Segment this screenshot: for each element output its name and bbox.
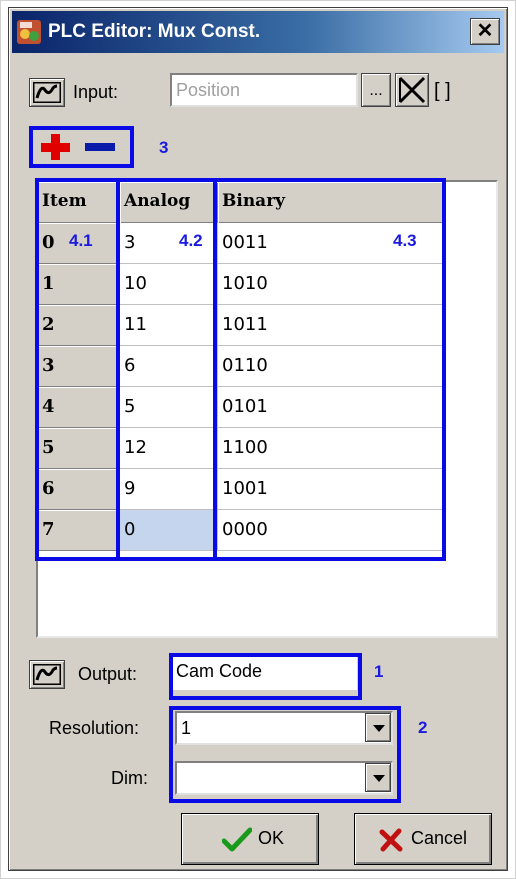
cancel-x-icon — [379, 828, 403, 852]
input-field[interactable]: Position — [170, 73, 358, 107]
annotation-3: 3 — [159, 138, 169, 157]
app-icon — [17, 20, 41, 44]
ok-button[interactable]: OK — [181, 813, 319, 865]
input-signal-button[interactable] — [29, 78, 65, 107]
output-signal-button[interactable] — [29, 660, 65, 689]
close-button[interactable]: ✕ — [470, 18, 500, 45]
resolution-dim-highlight — [169, 706, 401, 803]
cancel-label: Cancel — [411, 828, 468, 848]
annotation-4-3: 4.3 — [393, 231, 417, 250]
input-label: Input: — [73, 82, 119, 102]
input-index-brackets: [ ] — [434, 80, 451, 102]
minus-icon — [85, 143, 115, 151]
window-title: PLC Editor: Mux Const. — [48, 21, 261, 42]
close-icon: ✕ — [476, 20, 494, 42]
check-icon — [222, 827, 252, 852]
resolution-label: Resolution: — [49, 718, 140, 738]
cancel-button[interactable]: Cancel — [354, 813, 492, 865]
screenshot-frame: PLC Editor: Mux Const. ✕ Input: Position… — [0, 0, 516, 879]
waveform-icon — [33, 664, 61, 685]
ok-label: OK — [258, 828, 285, 848]
dim-label: Dim: — [111, 768, 148, 788]
output-highlight — [169, 653, 362, 700]
remove-row-button[interactable] — [81, 132, 121, 162]
add-row-button[interactable] — [37, 132, 73, 162]
annotation-4-2: 4.2 — [179, 231, 203, 250]
waveform-icon — [33, 82, 61, 103]
plus-icon — [41, 134, 70, 160]
plc-editor-dialog: PLC Editor: Mux Const. ✕ Input: Position… — [8, 7, 508, 871]
annotation-1: 1 — [374, 662, 384, 681]
output-label: Output: — [78, 664, 138, 684]
delete-x-icon — [398, 76, 426, 104]
annotation-4-1: 4.1 — [69, 231, 93, 250]
annotation-2: 2 — [418, 718, 428, 737]
title-bar: PLC Editor: Mux Const. ✕ — [12, 11, 504, 53]
input-clear-button[interactable] — [395, 73, 429, 107]
input-browse-button[interactable]: ... — [361, 73, 391, 107]
